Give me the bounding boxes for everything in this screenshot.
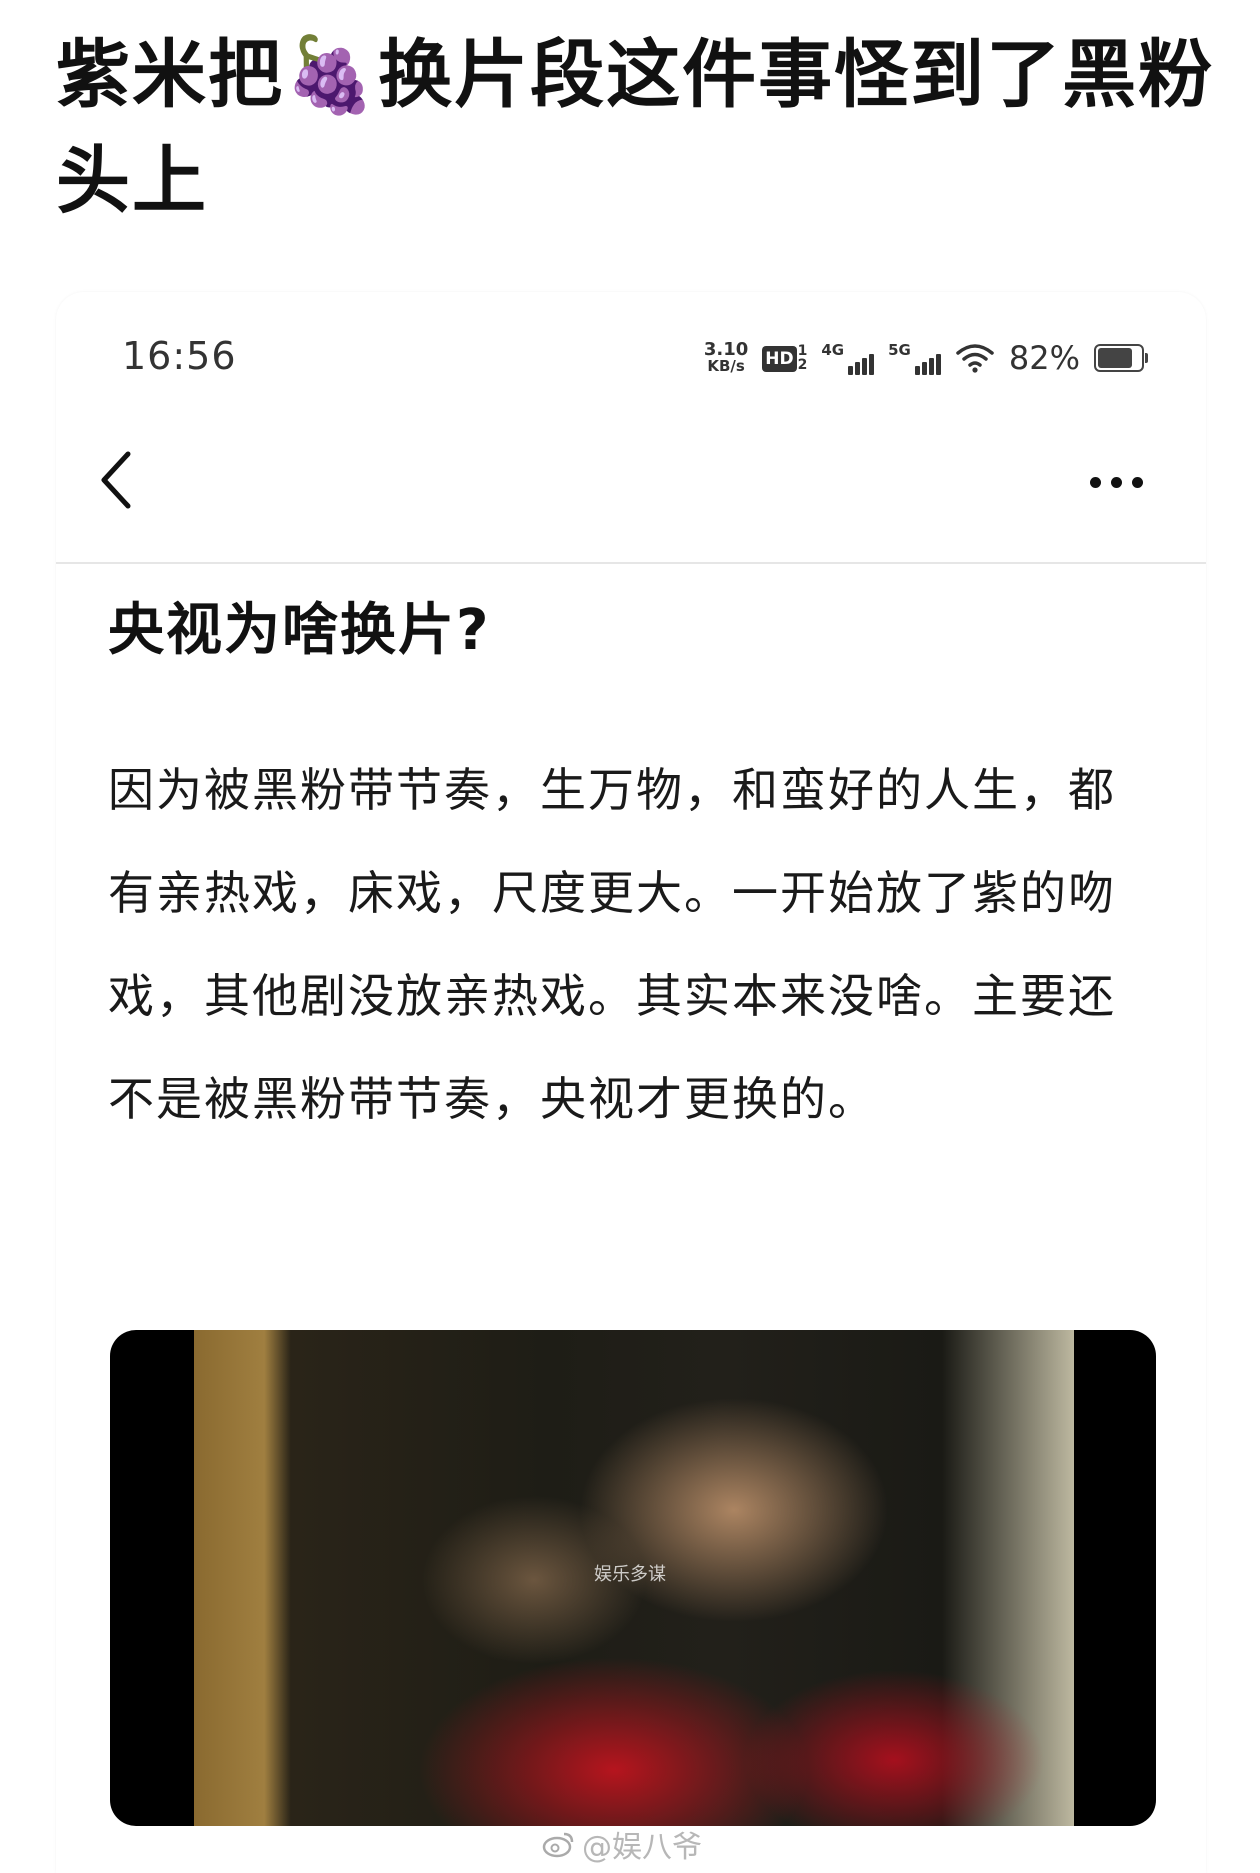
signal-4g-icon: 4G (821, 341, 875, 375)
weibo-icon (542, 1832, 574, 1858)
video-player[interactable]: 娱乐多谋 (110, 1330, 1156, 1826)
hd-label: HD (762, 346, 797, 372)
back-button[interactable] (86, 440, 156, 520)
network-speed: 3.10 KB/s (704, 341, 748, 375)
status-bar: 16:56 3.10 KB/s HD 1 2 4G 5G 82% (56, 292, 1206, 402)
more-button[interactable] (1076, 452, 1156, 512)
post-title: 紫米把🍇换片段这件事怪到了黑粉头上 (56, 32, 1215, 224)
video-watermark: 娱乐多谋 (594, 1564, 666, 1585)
status-time: 16:56 (122, 334, 237, 378)
battery-percent: 82% (1008, 339, 1080, 377)
status-icons: 3.10 KB/s HD 1 2 4G 5G 82% (704, 338, 1148, 378)
hd-sub-2: 2 (797, 357, 808, 373)
more-horizontal-icon (1089, 476, 1101, 488)
network-speed-unit: KB/s (707, 357, 745, 375)
app-screenshot: 16:56 3.10 KB/s HD 1 2 4G 5G 82% 央视为啥换片?… (56, 292, 1206, 1873)
article-body: 因为被黑粉带节奏，生万物，和蛮好的人生，都有亲热戏，床戏，尺度更大。一开始放了紫… (108, 763, 1116, 1126)
wifi-icon (956, 344, 994, 373)
weibo-watermark: @娱八爷 (542, 1822, 702, 1866)
network-speed-value: 3.10 (703, 339, 749, 360)
battery-fill (1098, 348, 1133, 368)
signal-5g-icon: 5G (888, 341, 941, 375)
hd-sub-1: 1 (797, 343, 808, 359)
weibo-watermark-text: @娱八爷 (582, 1830, 702, 1865)
signal-5g-label: 5G (888, 341, 911, 359)
chevron-left-icon (101, 451, 131, 509)
hd-voice-icon: HD 1 2 (762, 344, 807, 372)
signal-4g-label: 4G (821, 341, 845, 359)
battery-icon (1094, 344, 1148, 372)
video-frame: 娱乐多谋 (194, 1330, 1074, 1826)
article-title: 央视为啥换片? (108, 598, 491, 663)
nav-bar (56, 402, 1206, 564)
